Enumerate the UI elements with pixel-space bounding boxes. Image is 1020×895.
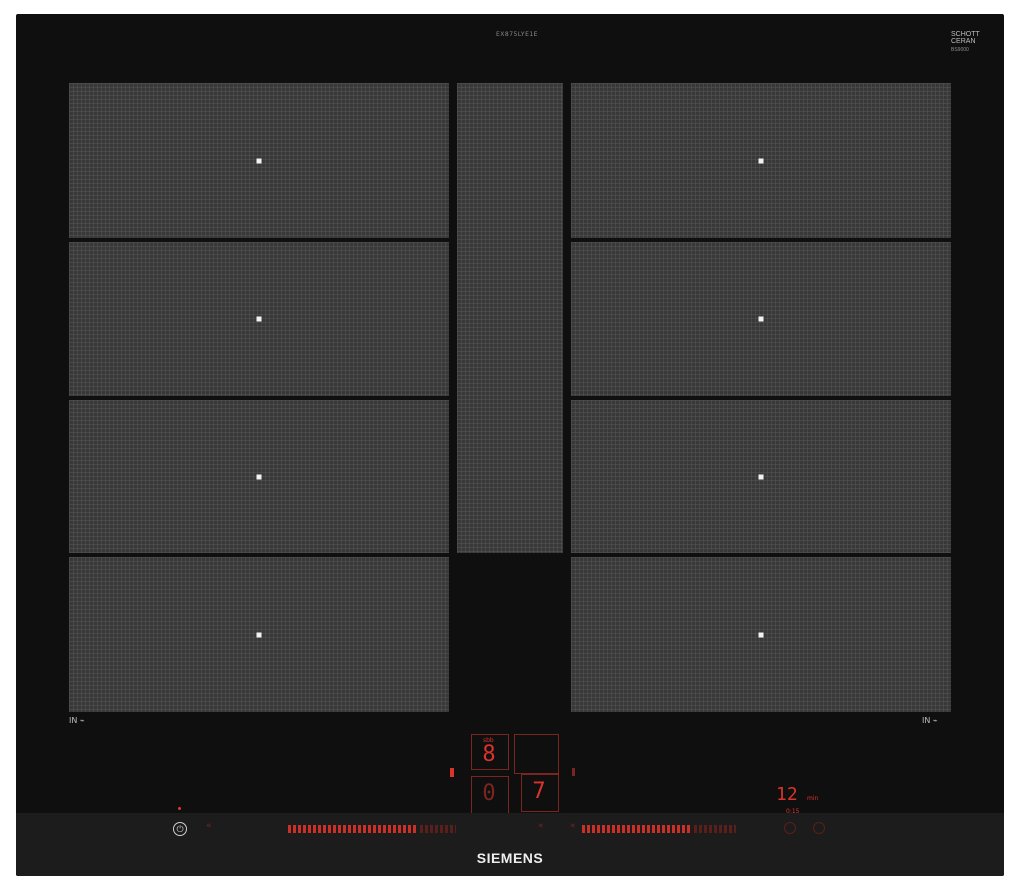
timer-display[interactable]: 12: [776, 784, 798, 805]
cooking-zone-right-3[interactable]: [571, 400, 951, 553]
timer-button-2[interactable]: [813, 822, 825, 834]
timer-button-1[interactable]: [784, 822, 796, 834]
cooking-zone-center[interactable]: [457, 83, 563, 553]
induction-zone-marker-right: IN ⌁: [922, 716, 938, 725]
left-indicator-led: [450, 768, 454, 777]
power-led: [178, 807, 181, 810]
zone-level-digit-left: 0: [482, 781, 496, 806]
glass-brand-sub: BS9000: [951, 47, 969, 53]
cooking-zone-right-4[interactable]: [571, 557, 951, 712]
glass-brand-line1: SCHOTT: [951, 31, 980, 38]
zone-center-marker: [758, 316, 764, 322]
power-button[interactable]: ⏻: [173, 822, 187, 836]
zone-center-marker: [256, 316, 262, 322]
right-slider-faint-end: [694, 825, 736, 833]
zone-center-marker: [758, 632, 764, 637]
cooking-zone-left-3[interactable]: [69, 400, 449, 553]
power-level-digit-top: 8: [482, 742, 496, 767]
zone-center-marker: [256, 158, 262, 163]
glass-brand-logo: SCHOTT CERAN BS9000: [951, 31, 980, 54]
induction-hob: EX875LYE1E SCHOTT CERAN BS9000 IN ⌁ IN ⌁…: [16, 14, 1004, 876]
center-decrease-button[interactable]: «: [538, 821, 544, 831]
cooking-zone-left-1[interactable]: [69, 83, 449, 238]
zone-center-marker: [256, 474, 262, 479]
control-strip: [16, 813, 1004, 876]
left-slider-faint-end: [420, 825, 456, 833]
zone-center-marker: [758, 474, 764, 479]
cooking-zone-right-1[interactable]: [571, 83, 951, 238]
model-number: EX875LYE1E: [496, 31, 538, 38]
timer-unit: min: [807, 795, 819, 802]
cooking-zone-left-4[interactable]: [69, 557, 449, 712]
cooking-zone-left-2[interactable]: [69, 242, 449, 396]
right-power-slider[interactable]: [582, 825, 692, 833]
glass-brand-line2: CERAN: [951, 38, 976, 45]
secondary-display-box[interactable]: [514, 734, 559, 774]
right-decrease-button[interactable]: «: [570, 821, 576, 831]
zone-level-digit-right: 7: [532, 779, 546, 804]
cooking-zone-right-2[interactable]: [571, 242, 951, 396]
left-power-slider[interactable]: [288, 825, 418, 833]
zone-center-marker: [758, 158, 764, 163]
right-indicator-led: [572, 768, 575, 776]
zone-center-marker: [256, 632, 262, 637]
left-decrease-button[interactable]: «: [206, 821, 212, 831]
induction-zone-marker-left: IN ⌁: [69, 716, 85, 725]
brand-logo: SIEMENS: [476, 850, 544, 866]
